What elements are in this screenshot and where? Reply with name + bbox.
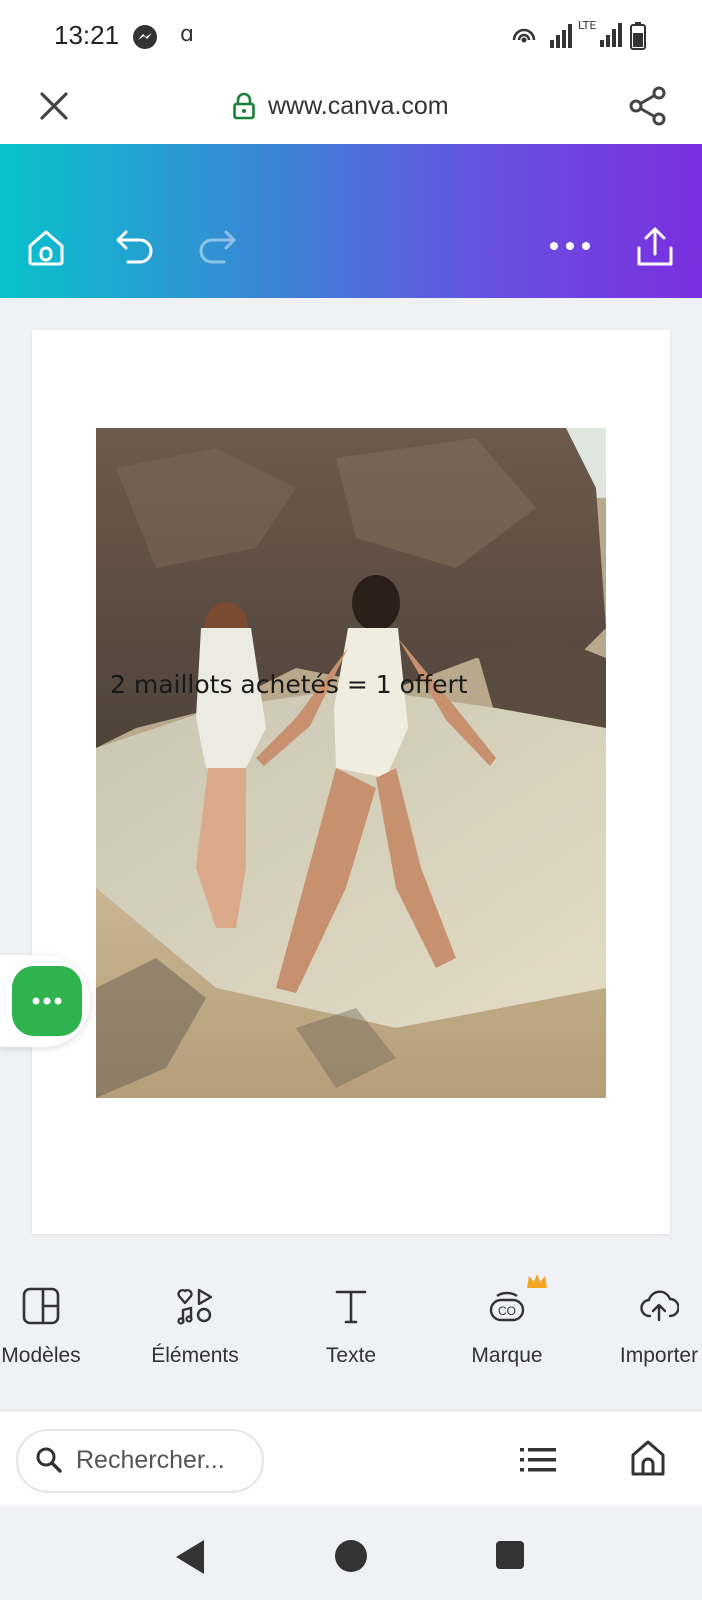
browser-url-bar: www.canva.com <box>0 70 702 144</box>
nav-home-icon[interactable] <box>334 1539 368 1573</box>
editor-toolbar <box>0 144 702 298</box>
fab-container <box>0 955 90 1047</box>
tool-upload[interactable]: Importer <box>584 1286 702 1396</box>
list-icon[interactable] <box>518 1445 558 1475</box>
messenger-icon <box>133 25 157 49</box>
battery-icon <box>630 22 646 50</box>
search-input[interactable] <box>76 1443 252 1477</box>
beach-photo[interactable] <box>96 428 606 1098</box>
home-icon[interactable] <box>26 228 66 268</box>
more-dots-icon <box>32 997 62 1005</box>
search-field[interactable] <box>16 1429 264 1493</box>
recent-apps-icon[interactable] <box>495 1540 525 1570</box>
elements-icon <box>177 1288 213 1325</box>
signal-icon-2 <box>600 23 622 47</box>
network-type: LTE <box>578 19 597 32</box>
bottom-tools-bar: Modèles Éléments Texte CO Marque Importe… <box>0 1250 702 1410</box>
undo-icon[interactable] <box>114 228 156 264</box>
svg-text:CO: CO <box>498 1304 516 1318</box>
lock-icon <box>233 92 255 120</box>
search-icon <box>36 1447 62 1473</box>
tool-templates[interactable]: Modèles <box>0 1286 116 1396</box>
tool-brand[interactable]: CO Marque <box>432 1274 582 1396</box>
design-text-overlay[interactable]: 2 maillots achetés = 1 offert <box>110 670 468 699</box>
search-bar <box>0 1410 702 1507</box>
tool-upload-label: Importer <box>619 1344 699 1367</box>
close-icon[interactable] <box>36 88 72 124</box>
redo-icon[interactable] <box>196 228 238 264</box>
home-icon[interactable] <box>630 1439 666 1477</box>
url-text[interactable]: www.canva.com <box>268 92 449 121</box>
text-icon <box>335 1290 367 1324</box>
design-page[interactable]: 2 maillots achetés = 1 offert <box>32 330 670 1234</box>
tool-elements[interactable]: Éléments <box>120 1286 270 1396</box>
export-icon[interactable] <box>634 226 676 268</box>
tool-text-label: Texte <box>325 1344 377 1367</box>
more-icon[interactable] <box>548 236 592 256</box>
notification-glyph: ɑ <box>180 22 194 47</box>
templates-icon <box>22 1287 60 1325</box>
share-icon[interactable] <box>626 84 670 128</box>
system-nav-bar <box>0 1506 702 1600</box>
tool-templates-label: Modèles <box>1 1344 81 1367</box>
hotspot-icon <box>512 28 536 43</box>
tool-elements-label: Éléments <box>151 1344 239 1367</box>
crown-icon <box>527 1274 547 1288</box>
back-icon[interactable] <box>172 1538 208 1576</box>
tool-text[interactable]: Texte <box>276 1286 426 1396</box>
status-time: 13:21 <box>54 20 120 50</box>
tool-brand-label: Marque <box>471 1344 543 1367</box>
status-bar: 13:21 ɑ LTE <box>0 0 702 70</box>
more-options-button[interactable] <box>12 966 82 1036</box>
canvas-area: 2 maillots achetés = 1 offert <box>0 298 702 1250</box>
upload-icon <box>640 1290 679 1322</box>
brand-icon: CO <box>489 1291 525 1322</box>
